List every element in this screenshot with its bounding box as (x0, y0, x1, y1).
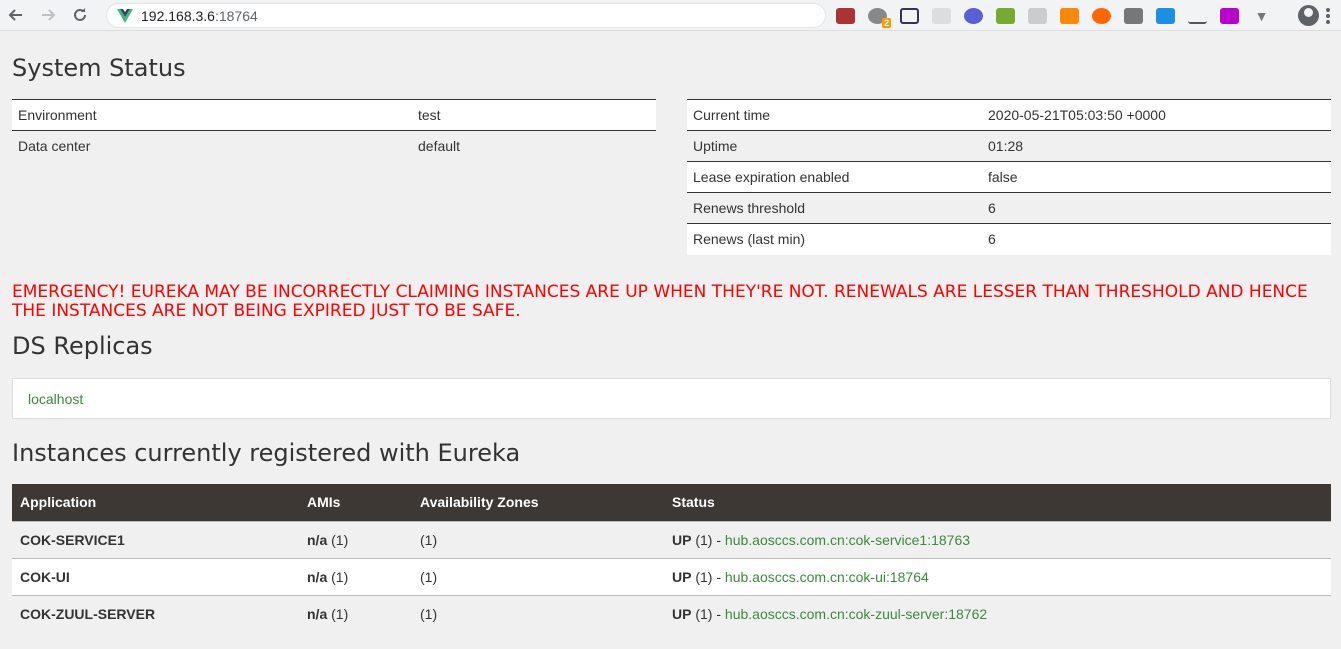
ami-count: (1) (327, 568, 349, 585)
ds-replicas-title: DS Replicas (12, 332, 153, 360)
system-status-title: System Status (12, 54, 186, 82)
chat-extension-icon[interactable]: 2 (868, 7, 891, 28)
zones-cell: (1) (412, 594, 664, 632)
ds-replicas-list: localhost (12, 378, 1331, 419)
table-row: COK-ZUUL-SERVER n/a (1) (1) UP (1) - hub… (12, 594, 1331, 632)
table-row: Renews threshold 6 (687, 192, 1331, 224)
status-count: (1) - (691, 568, 725, 585)
system-status-right-table: Current time 2020-05-21T05:03:50 +0000 U… (687, 99, 1331, 255)
status-key: Environment (12, 99, 412, 131)
status-value: UP (672, 605, 692, 622)
table-row: Lease expiration enabled false (687, 161, 1331, 193)
graph-extension-icon[interactable] (900, 7, 919, 24)
column-header-zones: Availability Zones (412, 484, 664, 521)
table-row: Current time 2020-05-21T05:03:50 +0000 (687, 99, 1331, 131)
zones-cell: (1) (412, 520, 664, 558)
table-header-row: Application AMIs Availability Zones Stat… (12, 484, 1331, 521)
table-row: Uptime 01:28 (687, 130, 1331, 162)
table-row: Renews (last min) 6 (687, 223, 1331, 255)
ami-value: n/a (307, 568, 328, 585)
status-key: Data center (12, 130, 412, 162)
ami-cell: n/a (1) (299, 594, 412, 632)
table-row: Environment test (12, 99, 656, 131)
application-name: COK-ZUUL-SERVER (12, 594, 299, 632)
status-key: Uptime (687, 130, 982, 162)
browser-toolbar: 192.168.3.6:18764 2 ▼ (0, 0, 1341, 31)
reload-icon (74, 8, 86, 21)
status-value: 2020-05-21T05:03:50 +0000 (982, 99, 1331, 131)
reload-button[interactable] (64, 0, 96, 31)
ami-count: (1) (327, 605, 349, 622)
status-value: default (412, 130, 656, 162)
grid-extension-icon[interactable] (932, 7, 951, 24)
instance-link[interactable]: hub.aosccs.com.cn:cok-zuul-server:18762 (725, 606, 987, 622)
status-key: Lease expiration enabled (687, 161, 982, 193)
camera-extension-icon[interactable] (1124, 7, 1143, 24)
system-status-left-table: Environment test Data center default (12, 99, 656, 162)
pdf-extension-icon[interactable] (836, 7, 855, 24)
status-value: 6 (982, 192, 1331, 224)
column-header-amis: AMIs (299, 484, 412, 521)
extensions-bar: 2 ▼ (836, 0, 1284, 31)
status-cell: UP (1) - hub.aosccs.com.cn:cok-ui:18764 (664, 557, 1331, 595)
extension-badge: 2 (881, 17, 891, 28)
zones-cell: (1) (412, 557, 664, 595)
table-row: COK-SERVICE1 n/a (1) (1) UP (1) - hub.ao… (12, 520, 1331, 558)
status-key: Renews (last min) (687, 223, 982, 255)
status-key: Renews threshold (687, 192, 982, 224)
url-host: 192.168.3.6 (141, 7, 215, 24)
arrow-left-icon (8, 9, 22, 21)
lifebuoy-extension-icon[interactable] (1092, 7, 1111, 24)
status-value: test (412, 99, 656, 131)
replica-link[interactable]: localhost (28, 391, 83, 407)
rp-extension-icon[interactable] (1220, 7, 1239, 24)
column-header-application: Application (12, 484, 299, 521)
status-key: Current time (687, 99, 982, 131)
calculator-extension-icon[interactable] (1060, 7, 1079, 24)
ami-cell: n/a (1) (299, 520, 412, 558)
instance-link[interactable]: hub.aosccs.com.cn:cok-service1:18763 (725, 532, 970, 548)
status-value: 01:28 (982, 130, 1331, 162)
application-name: COK-SERVICE1 (12, 520, 299, 558)
arrow-right-icon (42, 9, 56, 21)
table-row: Data center default (12, 130, 656, 162)
menu-icon[interactable] (1326, 8, 1330, 24)
table-row: COK-UI n/a (1) (1) UP (1) - hub.aosccs.c… (12, 557, 1331, 595)
status-cell: UP (1) - hub.aosccs.com.cn:cok-zuul-serv… (664, 594, 1331, 632)
status-value: UP (672, 568, 692, 585)
forward-button[interactable] (32, 0, 64, 31)
status-value: false (982, 161, 1331, 193)
ami-cell: n/a (1) (299, 557, 412, 595)
trash-extension-icon[interactable] (1028, 7, 1047, 24)
column-header-status: Status (664, 484, 1331, 521)
ami-value: n/a (307, 605, 328, 622)
pdf-tool-extension-icon[interactable] (996, 7, 1015, 24)
download-icon[interactable] (1188, 8, 1207, 24)
instances-title: Instances currently registered with Eure… (12, 439, 521, 467)
instance-link[interactable]: hub.aosccs.com.cn:cok-ui:18764 (725, 569, 929, 585)
status-count: (1) - (691, 531, 725, 548)
check-extension-icon[interactable] (964, 7, 983, 24)
back-button[interactable] (0, 0, 32, 31)
application-name: COK-UI (12, 557, 299, 595)
status-value: UP (672, 531, 692, 548)
download-extension-icon[interactable] (1156, 7, 1175, 24)
status-count: (1) - (691, 605, 725, 622)
ami-count: (1) (327, 531, 349, 548)
status-value: 6 (982, 223, 1331, 255)
vue-devtools-icon[interactable]: ▼ (1252, 8, 1271, 24)
profile-avatar-icon[interactable] (1298, 5, 1319, 26)
emergency-warning: EMERGENCY! EUREKA MAY BE INCORRECTLY CLA… (12, 282, 1308, 321)
instances-table: Application AMIs Availability Zones Stat… (12, 484, 1331, 632)
address-bar[interactable]: 192.168.3.6:18764 (106, 3, 826, 28)
ami-value: n/a (307, 531, 328, 548)
url-port: :18764 (214, 7, 258, 24)
status-cell: UP (1) - hub.aosccs.com.cn:cok-service1:… (664, 520, 1331, 558)
vue-logo-icon (117, 8, 133, 23)
